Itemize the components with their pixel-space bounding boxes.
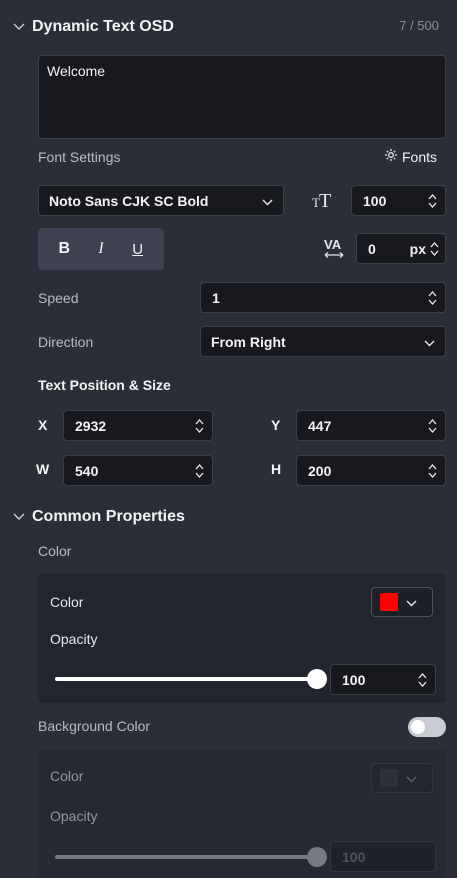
bg-color-picker-button[interactable] (371, 763, 433, 793)
font-settings-label: Font Settings (38, 149, 121, 165)
stepper-arrows-icon[interactable] (195, 418, 204, 434)
chevron-down-icon (406, 770, 417, 786)
x-stepper[interactable]: 2932 (63, 410, 213, 441)
direction-label: Direction (38, 334, 94, 350)
svg-text:VA: VA (324, 237, 342, 252)
position-size-label: Text Position & Size (38, 377, 171, 393)
letter-spacing-unit: px (409, 240, 426, 257)
h-value: 200 (308, 462, 332, 479)
chevron-down-icon (12, 510, 26, 524)
font-size-value: 100 (363, 192, 387, 209)
background-color-card: Color Opacity 100 (38, 750, 446, 878)
letter-spacing-stepper[interactable]: 0 px (356, 233, 446, 264)
h-label: H (271, 461, 282, 477)
speed-value: 1 (212, 289, 220, 306)
speed-label: Speed (38, 290, 79, 306)
italic-button[interactable]: I (87, 240, 115, 258)
common-properties-title: Common Properties (32, 508, 185, 525)
chevron-down-icon (262, 193, 273, 209)
chevron-down-icon (424, 334, 435, 350)
font-size-icon: T T (310, 188, 338, 212)
underline-button[interactable]: U (124, 241, 152, 258)
opacity-stepper[interactable]: 100 (330, 664, 436, 695)
stepper-arrows-icon[interactable] (195, 463, 204, 479)
x-value: 2932 (75, 417, 107, 434)
color-card: Color Opacity 100 (38, 573, 446, 703)
stepper-arrows-icon[interactable] (430, 241, 439, 257)
properties-panel: Dynamic Text OSD 7 / 500 Welcome Font Se… (0, 0, 457, 878)
svg-text:T: T (319, 190, 331, 211)
bg-color-swatch (380, 769, 398, 787)
stepper-arrows-icon[interactable] (428, 463, 437, 479)
x-label: X (38, 417, 48, 433)
letter-spacing-icon: VA (323, 236, 345, 260)
color-section-label: Color (38, 543, 72, 559)
opacity-slider-fill (55, 677, 317, 681)
bg-opacity-slider-fill (55, 855, 317, 859)
fonts-button[interactable]: Fonts (384, 148, 437, 165)
gear-icon (384, 148, 398, 165)
direction-select[interactable]: From Right (200, 326, 446, 357)
background-color-label: Background Color (38, 718, 151, 734)
chevron-down-icon (12, 20, 26, 34)
font-size-stepper[interactable]: 100 (351, 185, 446, 216)
opacity-value: 100 (342, 671, 366, 688)
opacity-slider-track[interactable] (55, 677, 317, 681)
stepper-arrows-icon[interactable] (428, 193, 437, 209)
bg-opacity-value: 100 (342, 848, 366, 865)
w-label: W (36, 461, 50, 477)
opacity-label: Opacity (50, 631, 98, 647)
direction-value: From Right (211, 333, 286, 350)
stepper-arrows-icon[interactable] (418, 672, 427, 688)
speed-stepper[interactable]: 1 (200, 282, 446, 313)
text-format-group: B I U (38, 228, 164, 270)
stepper-arrows-icon[interactable] (428, 418, 437, 434)
color-label: Color (50, 594, 84, 610)
toggle-knob (411, 720, 425, 734)
letter-spacing-value: 0 (368, 240, 376, 257)
fonts-link-label: Fonts (401, 148, 437, 165)
chevron-down-icon (406, 594, 417, 610)
bg-opacity-stepper[interactable]: 100 (330, 841, 436, 872)
dynamic-text-title: Dynamic Text OSD (32, 18, 174, 35)
common-properties-header[interactable]: Common Properties (12, 508, 185, 526)
w-stepper[interactable]: 540 (63, 455, 213, 486)
y-label: Y (271, 417, 281, 433)
bold-button[interactable]: B (50, 240, 78, 258)
char-counter: 7 / 500 (399, 18, 439, 33)
font-family-value: Noto Sans CJK SC Bold (49, 192, 209, 209)
w-value: 540 (75, 462, 99, 479)
dynamic-text-header[interactable]: Dynamic Text OSD (12, 18, 174, 36)
bg-opacity-slider-thumb[interactable] (307, 847, 327, 867)
y-value: 447 (308, 417, 332, 434)
y-stepper[interactable]: 447 (296, 410, 446, 441)
background-color-toggle[interactable] (408, 717, 446, 737)
color-picker-button[interactable] (371, 587, 433, 617)
h-stepper[interactable]: 200 (296, 455, 446, 486)
opacity-slider-thumb[interactable] (307, 669, 327, 689)
bg-opacity-slider-track[interactable] (55, 855, 317, 859)
bg-opacity-label: Opacity (50, 808, 98, 824)
color-swatch (380, 593, 398, 611)
bg-color-label: Color (50, 768, 84, 784)
stepper-arrows-icon[interactable] (428, 290, 437, 306)
osd-text-input[interactable]: Welcome (38, 55, 446, 139)
font-family-select[interactable]: Noto Sans CJK SC Bold (38, 185, 284, 216)
